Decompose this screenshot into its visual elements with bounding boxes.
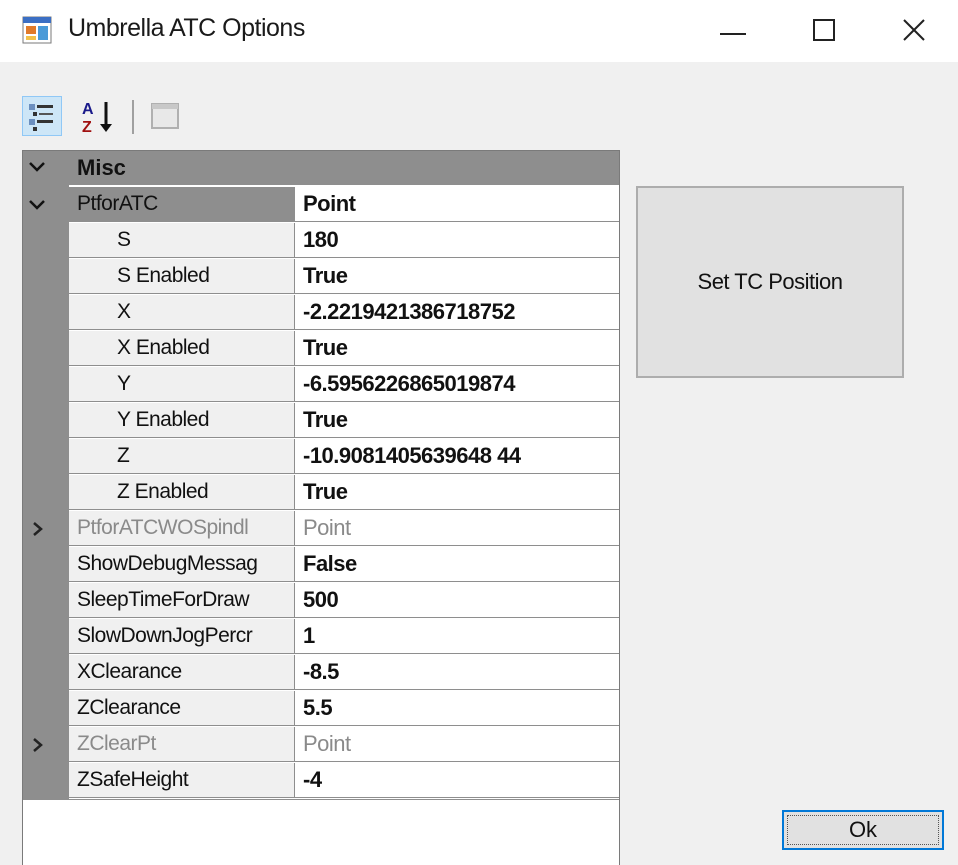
property-value[interactable]: -10.9081405639648 44 (295, 439, 619, 474)
property-name: ZClearance (69, 691, 295, 726)
property-name: X (69, 295, 295, 330)
alphabetical-button[interactable]: A Z (80, 96, 120, 136)
property-pages-icon (151, 103, 179, 129)
property-row[interactable]: SleepTimeForDraw 500 (23, 583, 619, 619)
property-value[interactable]: -8.5 (295, 655, 619, 690)
close-button[interactable] (872, 0, 958, 62)
property-grid-toolbar: A Z (22, 96, 222, 140)
property-row[interactable]: Y -6.5956226865019874 (23, 367, 619, 403)
property-value[interactable]: Point (295, 187, 619, 222)
categorized-icon (29, 104, 53, 131)
property-row[interactable]: X -2.2219421386718752 (23, 295, 619, 331)
app-window-icon (22, 16, 52, 44)
chevron-right-icon[interactable] (27, 735, 47, 755)
property-name: Y (69, 367, 295, 402)
property-row[interactable]: Y Enabled True (23, 403, 619, 439)
property-name: X Enabled (69, 331, 295, 366)
property-row[interactable]: PtforATCWOSpindl Point (23, 511, 619, 547)
svg-text:Z: Z (82, 119, 92, 136)
toolbar-separator (132, 100, 134, 134)
property-row[interactable]: PtforATC Point (23, 187, 619, 223)
property-name: Y Enabled (69, 403, 295, 438)
property-row[interactable]: ZSafeHeight -4 (23, 763, 619, 799)
property-name: SlowDownJogPercr (69, 619, 295, 654)
property-name: Z Enabled (69, 475, 295, 510)
property-name: PtforATC (69, 187, 295, 222)
property-value[interactable]: 5.5 (295, 691, 619, 726)
property-value[interactable]: False (295, 547, 619, 582)
window-title: Umbrella ATC Options (68, 14, 305, 42)
minimize-button[interactable] (690, 0, 776, 62)
property-value[interactable]: True (295, 259, 619, 294)
property-name: S Enabled (69, 259, 295, 294)
chevron-down-icon[interactable] (27, 195, 47, 215)
property-row[interactable]: ZClearPt Point (23, 727, 619, 763)
property-row[interactable]: ZClearance 5.5 (23, 691, 619, 727)
ok-button[interactable]: Ok (782, 810, 944, 850)
property-name: PtforATCWOSpindl (69, 511, 295, 546)
category-label: Misc (77, 155, 126, 180)
property-name: ZSafeHeight (69, 763, 295, 798)
property-row[interactable]: Z -10.9081405639648 44 (23, 439, 619, 475)
description-panel (23, 799, 619, 865)
property-name: S (69, 223, 295, 258)
property-name: Z (69, 439, 295, 474)
property-row[interactable]: ShowDebugMessag False (23, 547, 619, 583)
property-name: ShowDebugMessag (69, 547, 295, 582)
property-value[interactable]: 1 (295, 619, 619, 654)
svg-text:A: A (82, 101, 94, 118)
property-name: XClearance (69, 655, 295, 690)
property-value[interactable]: True (295, 403, 619, 438)
property-value[interactable]: True (295, 331, 619, 366)
property-row[interactable]: X Enabled True (23, 331, 619, 367)
property-row[interactable]: S 180 (23, 223, 619, 259)
property-value[interactable]: -4 (295, 763, 619, 798)
property-name: SleepTimeForDraw (69, 583, 295, 618)
property-value[interactable]: True (295, 475, 619, 510)
title-bar: Umbrella ATC Options (0, 0, 958, 62)
category-row[interactable]: Misc (23, 151, 619, 185)
minimize-icon (720, 33, 746, 35)
maximize-icon (813, 19, 835, 41)
property-row[interactable]: S Enabled True (23, 259, 619, 295)
categorized-button[interactable] (22, 96, 62, 136)
chevron-right-icon[interactable] (27, 519, 47, 539)
property-name: ZClearPt (69, 727, 295, 762)
property-row[interactable]: Z Enabled True (23, 475, 619, 511)
property-value[interactable]: Point (295, 727, 619, 762)
maximize-button[interactable] (780, 0, 866, 62)
property-grid[interactable]: Misc PtforATC Point S 180 S Enabled True… (22, 150, 620, 865)
property-row[interactable]: SlowDownJogPercr 1 (23, 619, 619, 655)
alphabetical-sort-icon: A Z (82, 101, 112, 136)
property-value[interactable]: -6.5956226865019874 (295, 367, 619, 402)
property-row[interactable]: XClearance -8.5 (23, 655, 619, 691)
set-tc-position-button[interactable]: Set TC Position (636, 186, 904, 378)
property-value[interactable]: 500 (295, 583, 619, 618)
property-value[interactable]: 180 (295, 223, 619, 258)
chevron-down-icon[interactable] (27, 157, 47, 177)
property-pages-button[interactable] (146, 96, 186, 136)
close-icon (903, 19, 925, 41)
property-value[interactable]: Point (295, 511, 619, 546)
property-value[interactable]: -2.2219421386718752 (295, 295, 619, 330)
